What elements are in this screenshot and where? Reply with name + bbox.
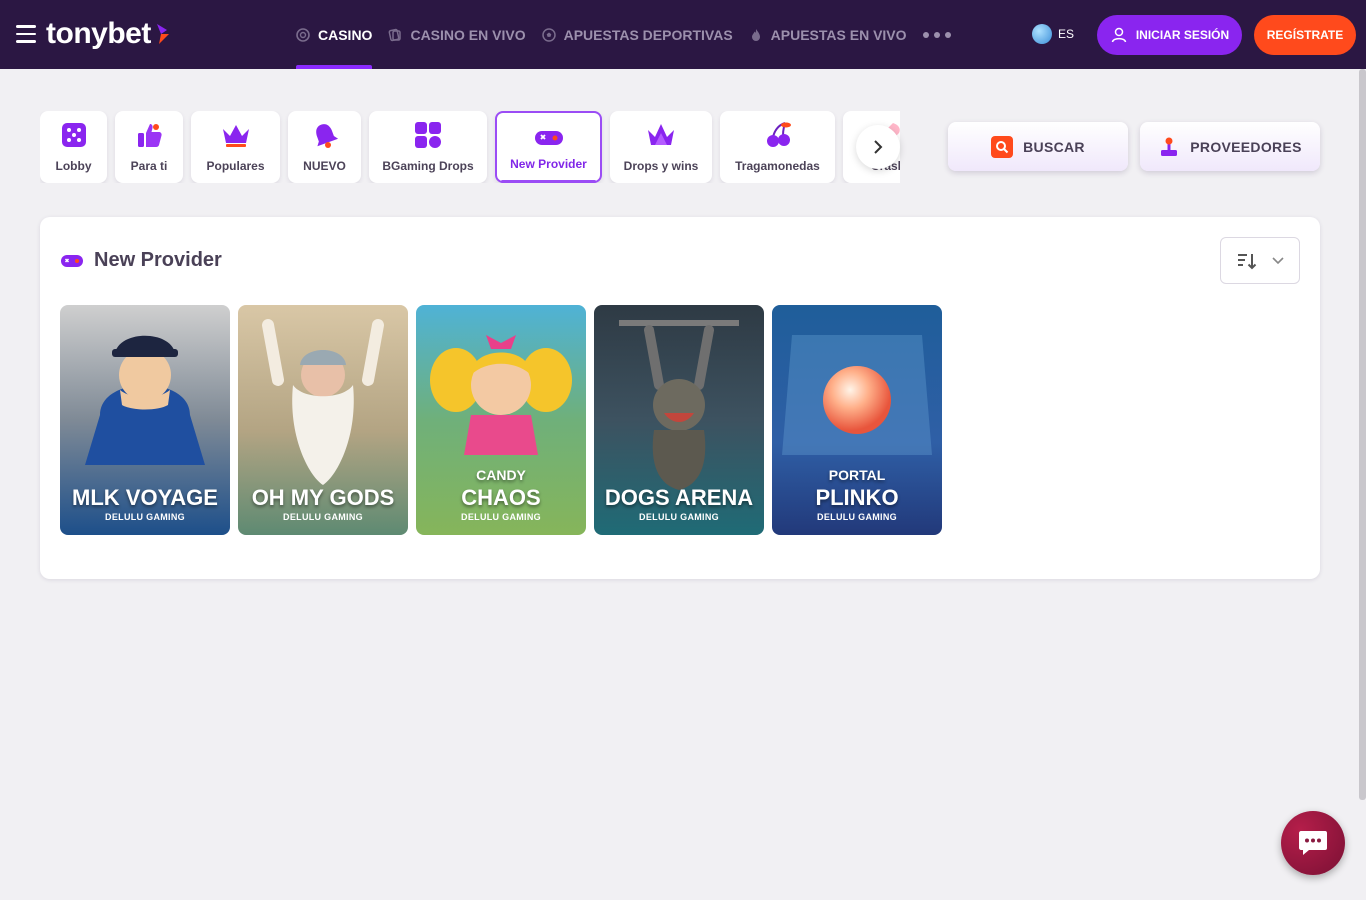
language-code: ES <box>1058 27 1075 41</box>
category-label: Drops y wins <box>623 159 699 173</box>
bell-icon <box>315 124 338 148</box>
register-button[interactable]: REGÍSTRATE <box>1254 15 1356 55</box>
gamepad-icon <box>534 131 563 145</box>
game-title-prefix: CANDY <box>476 467 526 483</box>
category-label: Tragamonedas <box>735 159 820 173</box>
search-button[interactable]: BUSCAR <box>948 122 1128 171</box>
providers-label: PROVEEDORES <box>1190 138 1302 155</box>
language-selector[interactable]: ES <box>1032 24 1074 44</box>
cards-icon <box>389 28 402 41</box>
nav-casino-label: CASINO <box>318 26 373 43</box>
category-new-provider[interactable]: New Provider <box>495 111 602 183</box>
sort-dropdown[interactable] <box>1220 237 1300 284</box>
game-provider: DELULU GAMING <box>639 512 719 522</box>
top-header: tonybet CASINO CASINO EN VIVO APUESTAS D… <box>0 0 1366 69</box>
logo-text: tonybet <box>46 17 151 50</box>
games-grid: MLK VOYAGE DELULU GAMING OH MY GODS DELU… <box>60 305 942 535</box>
nav-live-casino[interactable]: CASINO EN VIVO <box>388 0 526 69</box>
game-card[interactable]: MLK VOYAGE DELULU GAMING <box>60 305 230 535</box>
search-label: BUSCAR <box>1023 138 1085 155</box>
soccer-ball-icon <box>541 27 556 42</box>
category-tabs: Lobby Para ti Populares NUEVO BGaming Dr… <box>40 111 900 183</box>
sort-icon <box>1238 253 1257 269</box>
menu-icon[interactable] <box>16 25 36 43</box>
category-label: BGaming Drops <box>382 159 474 173</box>
section-header: New Provider <box>60 249 222 272</box>
globe-icon <box>1032 24 1052 44</box>
category-drops-wins[interactable]: Drops y wins <box>610 111 712 183</box>
game-provider: DELULU GAMING <box>461 512 541 522</box>
category-slots[interactable]: Tragamonedas <box>720 111 835 183</box>
game-card[interactable]: DOGS ARENA DELULU GAMING <box>594 305 764 535</box>
category-label: Populares <box>206 159 265 173</box>
section-title: New Provider <box>94 249 222 271</box>
logo-mark-icon <box>156 24 169 44</box>
nav-sports-betting[interactable]: APUESTAS DEPORTIVAS <box>541 0 733 69</box>
login-label: INICIAR SESIÓN <box>1135 28 1230 42</box>
game-title: DOGS ARENA <box>604 485 754 510</box>
game-card[interactable]: CANDY CHAOS DELULU GAMING <box>416 305 586 535</box>
nav-live-casino-label: CASINO EN VIVO <box>410 26 526 43</box>
login-button[interactable]: INICIAR SESIÓN <box>1097 15 1242 55</box>
games-panel: New Provider MLK VOYAGE DELULU GAMING OH… <box>40 217 1320 579</box>
nav-live-betting[interactable]: APUESTAS EN VIVO <box>749 0 907 69</box>
casino-chip-icon <box>296 27 310 42</box>
search-icon <box>991 135 1014 158</box>
joystick-icon <box>1161 137 1178 156</box>
category-label: NUEVO <box>303 159 346 173</box>
chat-icon <box>1299 831 1327 855</box>
category-for-you[interactable]: Para ti <box>115 111 183 183</box>
game-card[interactable]: OH MY GODS DELULU GAMING <box>238 305 408 535</box>
thumbs-up-icon <box>138 124 162 147</box>
flame-icon <box>751 28 760 41</box>
game-card[interactable]: PORTAL PLINKO DELULU GAMING <box>772 305 942 535</box>
cherries-icon <box>766 122 791 147</box>
nav-live-betting-label: APUESTAS EN VIVO <box>770 26 907 43</box>
nav-sports-betting-label: APUESTAS DEPORTIVAS <box>563 26 733 43</box>
game-title: PLINKO <box>815 485 899 510</box>
chevron-right-icon <box>874 140 883 154</box>
dice-icon <box>61 123 86 147</box>
gamepad-icon <box>61 254 83 267</box>
user-icon <box>1111 27 1127 43</box>
game-provider: DELULU GAMING <box>283 512 363 522</box>
grid-icon <box>415 122 441 148</box>
category-popular[interactable]: Populares <box>191 111 280 183</box>
nav-casino[interactable]: CASINO <box>296 0 373 69</box>
game-title-prefix: PORTAL <box>828 467 886 483</box>
game-title: OH MY GODS <box>251 485 395 510</box>
category-label: Lobby <box>55 159 92 173</box>
crown-icon <box>648 124 674 145</box>
category-label: New Provider <box>510 157 587 171</box>
providers-button[interactable]: PROVEEDORES <box>1140 122 1320 171</box>
game-title: MLK VOYAGE <box>72 485 218 510</box>
more-nav-icon[interactable] <box>922 0 951 69</box>
category-lobby[interactable]: Lobby <box>40 111 107 183</box>
page-scrollbar[interactable] <box>1359 69 1366 800</box>
main-nav: CASINO CASINO EN VIVO APUESTAS DEPORTIVA… <box>296 0 951 69</box>
logo[interactable]: tonybet <box>46 14 171 54</box>
register-label: REGÍSTRATE <box>1266 28 1344 42</box>
chat-button[interactable] <box>1281 811 1345 875</box>
game-provider: DELULU GAMING <box>817 512 897 522</box>
category-bgaming-drops[interactable]: BGaming Drops <box>369 111 487 183</box>
chevron-down-icon <box>1272 256 1284 264</box>
game-title: CHAOS <box>461 485 541 510</box>
category-new[interactable]: NUEVO <box>288 111 361 183</box>
crown-icon <box>222 125 249 147</box>
categories-next-button[interactable] <box>856 125 900 169</box>
game-provider: DELULU GAMING <box>105 512 185 522</box>
category-label: Para ti <box>130 159 168 173</box>
